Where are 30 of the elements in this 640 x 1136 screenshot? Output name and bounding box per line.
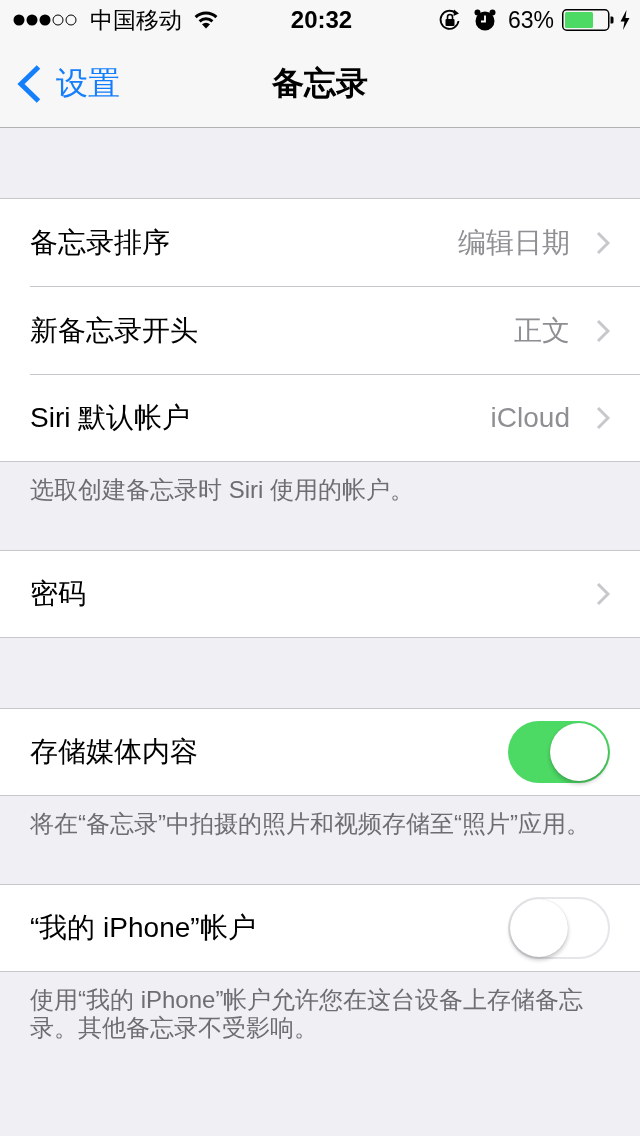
row-label: 新备忘录开头 xyxy=(30,313,199,348)
chevron-left-icon xyxy=(16,63,42,104)
row-label: 存储媒体内容 xyxy=(30,735,199,769)
chevron-right-icon xyxy=(596,318,610,343)
toggle-switch[interactable] xyxy=(508,897,610,959)
carrier-name: 中国移动 xyxy=(90,5,182,35)
charging-bolt-icon xyxy=(620,10,630,30)
row-label: Siri 默认帐户 xyxy=(30,401,192,435)
row-value: 正文 xyxy=(514,313,570,348)
row-value: 编辑日期 xyxy=(458,225,570,260)
toggle-switch[interactable] xyxy=(508,721,610,783)
row-value: iCloud xyxy=(490,402,570,434)
section-footer: 使用“我的 iPhone”帐户允许您在这台设备上存储备忘录。其他备忘录不受影响。 xyxy=(0,972,640,1088)
battery-icon xyxy=(562,9,614,31)
chevron-right-icon xyxy=(596,582,610,606)
signal-icon xyxy=(13,14,80,26)
section-footer: 将在“备忘录”中拍摄的照片和视频存储至“照片”应用。 xyxy=(0,796,640,884)
wifi-icon xyxy=(194,11,218,29)
back-button[interactable]: 设置 xyxy=(0,61,120,106)
chevron-right-icon xyxy=(596,230,610,255)
page-title: 备忘录 xyxy=(272,63,368,103)
row-label: 备忘录排序 xyxy=(30,225,171,260)
chevron-right-icon xyxy=(596,406,610,430)
alarm-clock-icon xyxy=(473,9,496,31)
clock-time: 20:32 xyxy=(290,6,353,34)
section-footer: 选取创建备忘录时 Siri 使用的帐户。 xyxy=(0,462,640,550)
row-label: “我的 iPhone”帐户 xyxy=(30,911,257,945)
rotation-lock-icon xyxy=(437,8,462,32)
row-label: 密码 xyxy=(30,577,87,611)
battery-percentage: 63% xyxy=(507,6,554,34)
